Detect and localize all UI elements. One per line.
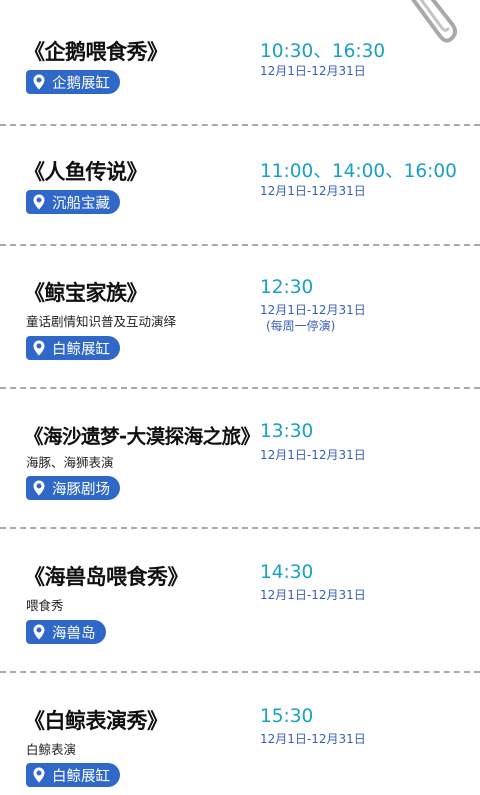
show-note: (每周一停演) <box>266 319 336 333</box>
show-title: 《鲸宝家族》 <box>24 281 148 305</box>
location-label: 沉船宝藏 <box>52 195 110 212</box>
show-description: 海豚、海狮表演 <box>26 455 114 470</box>
location-badge[interactable]: 沉船宝藏 <box>26 190 120 214</box>
paperclip-icon <box>406 0 462 48</box>
dashed-divider <box>0 124 480 126</box>
show-dates: 12月1日-12月31日 <box>260 303 366 317</box>
location-pin-icon <box>33 624 45 640</box>
location-pin-icon <box>33 194 45 210</box>
location-label: 白鲸展缸 <box>52 341 110 358</box>
location-pin-icon <box>33 74 45 90</box>
show-time: 11:00、14:00、16:00 <box>260 161 457 182</box>
show-dates: 12月1日-12月31日 <box>260 448 366 462</box>
dashed-divider <box>0 527 480 529</box>
show-dates: 12月1日-12月31日 <box>260 184 366 198</box>
location-badge[interactable]: 海兽岛 <box>26 620 106 644</box>
show-title: 《海兽岛喂食秀》 <box>24 565 189 589</box>
show-title: 《人鱼传说》 <box>24 160 148 184</box>
location-pin-icon <box>33 480 45 496</box>
show-dates: 12月1日-12月31日 <box>260 588 366 602</box>
dashed-divider <box>0 671 480 673</box>
show-time: 15:30 <box>260 706 314 727</box>
show-dates: 12月1日-12月31日 <box>260 64 366 78</box>
show-time: 14:30 <box>260 562 314 583</box>
location-badge[interactable]: 白鲸展缸 <box>26 763 120 787</box>
show-title: 《海沙遗梦-大漠探海之旅》 <box>24 425 260 448</box>
show-time: 12:30 <box>260 277 314 298</box>
location-label: 海豚剧场 <box>52 481 110 498</box>
location-label: 海兽岛 <box>52 625 96 642</box>
show-title: 《企鹅喂食秀》 <box>24 40 168 64</box>
show-description: 童话剧情知识普及互动演绎 <box>26 314 177 329</box>
show-description: 喂食秀 <box>26 598 64 613</box>
location-pin-icon <box>33 767 45 783</box>
location-badge[interactable]: 企鹅展缸 <box>26 70 120 94</box>
show-title: 《白鲸表演秀》 <box>24 709 168 733</box>
dashed-divider <box>0 244 480 246</box>
location-pin-icon <box>33 340 45 356</box>
show-time: 10:30、16:30 <box>260 41 386 62</box>
location-badge[interactable]: 海豚剧场 <box>26 476 120 500</box>
location-badge[interactable]: 白鲸展缸 <box>26 336 120 360</box>
dashed-divider <box>0 387 480 389</box>
location-label: 企鹅展缸 <box>52 75 110 92</box>
show-description: 白鲸表演 <box>26 742 77 757</box>
show-dates: 12月1日-12月31日 <box>260 732 366 746</box>
show-time: 13:30 <box>260 421 314 442</box>
location-label: 白鲸展缸 <box>52 768 110 785</box>
